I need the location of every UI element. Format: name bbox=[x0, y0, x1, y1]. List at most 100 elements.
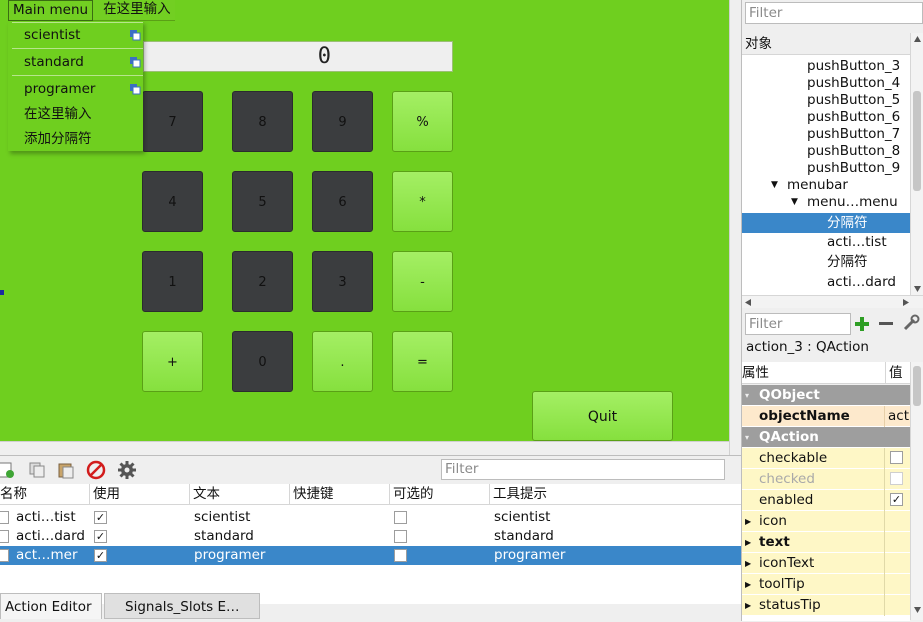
wrench-icon[interactable] bbox=[902, 314, 920, 332]
tree-node-selected[interactable]: 分隔符 bbox=[742, 213, 910, 233]
tab-action-editor[interactable]: Action Editor bbox=[0, 593, 102, 619]
expand-arrow-icon[interactable]: ▶ bbox=[745, 574, 751, 595]
tree-node[interactable]: pushButton_7 bbox=[742, 126, 910, 143]
scroll-down-icon[interactable] bbox=[913, 606, 922, 614]
scroll-up-icon[interactable] bbox=[913, 35, 922, 43]
tree-node[interactable]: pushButton_4 bbox=[742, 75, 910, 92]
key-9[interactable]: 9 bbox=[312, 91, 373, 152]
column-header-text[interactable]: 文本 bbox=[190, 484, 290, 505]
property-value[interactable] bbox=[884, 448, 910, 469]
tree-node[interactable]: pushButton_6 bbox=[742, 109, 910, 126]
canvas-vertical-scrollbar[interactable] bbox=[729, 0, 741, 455]
column-header-used[interactable]: 使用 bbox=[90, 484, 190, 505]
property-row-tooltip[interactable]: ▶ toolTip bbox=[742, 574, 910, 595]
checkable-checkbox[interactable] bbox=[394, 549, 407, 562]
scroll-right-icon[interactable] bbox=[902, 298, 910, 307]
menu-add-separator[interactable]: 添加分隔符 bbox=[8, 127, 143, 151]
column-header-checkable[interactable]: 可选的 bbox=[390, 484, 490, 505]
expand-arrow-icon[interactable]: ▶ bbox=[745, 595, 751, 616]
add-property-icon[interactable] bbox=[853, 315, 871, 333]
key-minus[interactable]: - bbox=[392, 251, 453, 312]
table-row[interactable]: acti…tist ✓ scientist scientist bbox=[0, 508, 741, 527]
scrollbar-thumb[interactable] bbox=[913, 366, 921, 406]
group-qaction[interactable]: ▾ QAction bbox=[742, 427, 910, 448]
form-canvas[interactable]: 0 7 8 9 % 4 5 6 * 1 2 3 - + 0 . = Quit M… bbox=[0, 0, 729, 441]
key-multiply[interactable]: * bbox=[392, 171, 453, 232]
property-row-checkable[interactable]: checkable bbox=[742, 448, 910, 469]
property-row-icontext[interactable]: ▶ iconText bbox=[742, 553, 910, 574]
tree-node[interactable]: pushButton_5 bbox=[742, 92, 910, 109]
menubar-type-here[interactable]: 在这里输入 bbox=[93, 0, 175, 21]
key-3[interactable]: 3 bbox=[312, 251, 373, 312]
used-checkbox[interactable]: ✓ bbox=[94, 511, 107, 524]
property-value[interactable]: ✓ bbox=[884, 490, 910, 511]
property-filter-input[interactable]: Filter bbox=[745, 313, 851, 335]
copy-icon[interactable] bbox=[27, 460, 47, 480]
key-equals[interactable]: = bbox=[392, 331, 453, 392]
column-header-property[interactable]: 属性 bbox=[742, 362, 769, 384]
enabled-checkbox[interactable]: ✓ bbox=[890, 493, 903, 506]
tree-node-menubar[interactable]: ▼ menubar bbox=[742, 177, 910, 194]
tree-node[interactable]: acti…tist bbox=[742, 234, 910, 251]
group-qobject[interactable]: ▾ QObject bbox=[742, 385, 910, 406]
delete-icon[interactable] bbox=[86, 460, 106, 480]
checkable-checkbox[interactable] bbox=[394, 530, 407, 543]
key-7[interactable]: 7 bbox=[142, 91, 203, 152]
property-row-icon[interactable]: ▶ icon bbox=[742, 511, 910, 532]
key-5[interactable]: 5 bbox=[232, 171, 293, 232]
column-header-name[interactable]: 名称 bbox=[0, 484, 90, 505]
used-checkbox[interactable]: ✓ bbox=[94, 549, 107, 562]
column-header-tooltip[interactable]: 工具提示 bbox=[490, 484, 741, 505]
key-0[interactable]: 0 bbox=[232, 331, 293, 392]
column-header-shortcut[interactable]: 快捷键 bbox=[290, 484, 390, 505]
object-column-header[interactable]: 对象 bbox=[742, 33, 923, 55]
tab-signals-slots-editor[interactable]: Signals_Slots E… bbox=[104, 593, 260, 619]
checkable-checkbox[interactable] bbox=[394, 511, 407, 524]
scroll-down-icon[interactable] bbox=[913, 285, 922, 293]
key-dot[interactable]: . bbox=[312, 331, 373, 392]
checkable-checkbox[interactable] bbox=[890, 451, 903, 464]
paste-icon[interactable] bbox=[56, 460, 76, 480]
tree-node[interactable]: pushButton_8 bbox=[742, 143, 910, 160]
collapse-arrow-icon[interactable]: ▼ bbox=[791, 194, 798, 211]
menu-item-scientist[interactable]: scientist bbox=[8, 23, 143, 47]
key-plus[interactable]: + bbox=[142, 331, 203, 392]
property-value[interactable]: act bbox=[884, 406, 910, 427]
canvas-horizontal-scrollbar[interactable] bbox=[0, 441, 729, 455]
property-value[interactable] bbox=[884, 532, 910, 553]
property-value[interactable] bbox=[884, 595, 910, 616]
key-4[interactable]: 4 bbox=[142, 171, 203, 232]
column-header-value[interactable]: 值 bbox=[885, 362, 903, 384]
tree-node[interactable]: pushButton_9 bbox=[742, 160, 910, 177]
menu-item-standard[interactable]: standard bbox=[8, 50, 143, 74]
key-1[interactable]: 1 bbox=[142, 251, 203, 312]
collapse-arrow-icon[interactable]: ▾ bbox=[745, 427, 749, 448]
property-row-text[interactable]: ▶ text bbox=[742, 532, 910, 553]
collapse-arrow-icon[interactable]: ▾ bbox=[745, 385, 749, 406]
selection-handle[interactable] bbox=[0, 290, 4, 295]
quit-button[interactable]: Quit bbox=[532, 391, 673, 441]
object-tree-vertical-scrollbar[interactable] bbox=[910, 33, 923, 295]
key-2[interactable]: 2 bbox=[232, 251, 293, 312]
property-row-enabled[interactable]: enabled ✓ bbox=[742, 490, 910, 511]
tree-node[interactable]: 分隔符 bbox=[742, 254, 910, 271]
property-value[interactable] bbox=[884, 511, 910, 532]
scroll-left-icon[interactable] bbox=[744, 298, 752, 307]
table-row[interactable]: acti…dard ✓ standard standard bbox=[0, 527, 741, 546]
menu-type-here[interactable]: 在这里输入 bbox=[8, 102, 143, 126]
table-row-selected[interactable]: act…mer ✓ programer programer bbox=[0, 546, 741, 565]
scrollbar-thumb[interactable] bbox=[913, 91, 921, 191]
remove-property-icon[interactable] bbox=[878, 315, 894, 333]
key-percent[interactable]: % bbox=[392, 91, 453, 152]
property-value[interactable] bbox=[884, 553, 910, 574]
main-menu-item[interactable]: Main menu bbox=[8, 0, 94, 21]
tree-node[interactable]: pushButton_3 bbox=[742, 58, 910, 75]
property-vertical-scrollbar[interactable] bbox=[910, 362, 923, 620]
object-filter-input[interactable]: Filter bbox=[745, 2, 923, 24]
property-value[interactable] bbox=[884, 574, 910, 595]
object-tree-horizontal-scrollbar[interactable] bbox=[742, 295, 923, 308]
expand-arrow-icon[interactable]: ▶ bbox=[745, 553, 751, 574]
gear-icon[interactable] bbox=[117, 460, 137, 480]
collapse-arrow-icon[interactable]: ▼ bbox=[771, 177, 778, 194]
property-row-objectname[interactable]: objectName act bbox=[742, 406, 910, 427]
